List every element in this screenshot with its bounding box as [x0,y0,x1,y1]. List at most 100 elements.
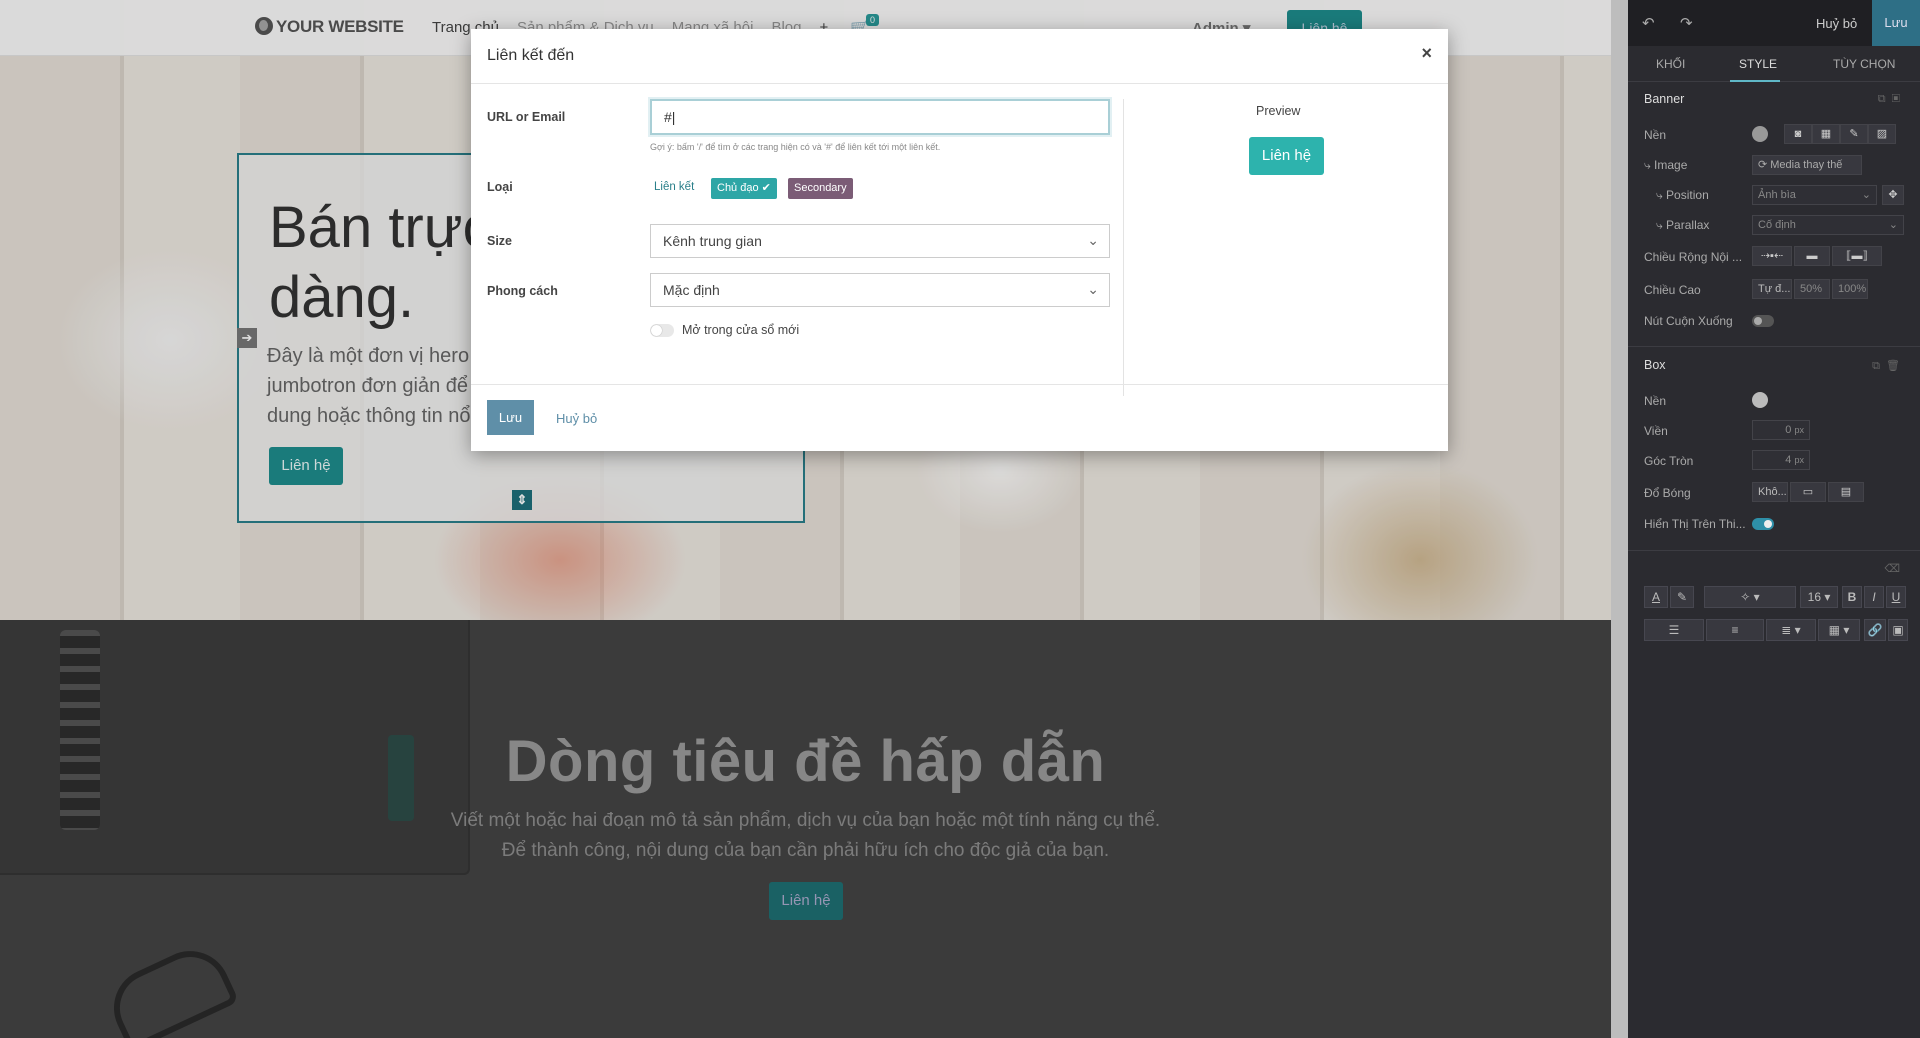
editor-tabs: KHỐI STYLE TÙY CHỌN [1628,46,1920,82]
feature-contact-button[interactable]: Liên hệ [769,882,843,920]
height-auto-option[interactable]: Tự đ... [1752,279,1792,299]
new-window-label: Mở trong cửa sổ mới [682,323,800,337]
media-replace-button[interactable]: ⟳ Media thay thế [1752,155,1862,175]
new-window-toggle[interactable] [650,324,674,337]
radius-label: Góc Tròn [1644,454,1694,468]
url-label: URL or Email [487,110,566,124]
hero-contact-button[interactable]: Liên hệ [269,447,343,485]
highlight-icon[interactable]: ✎ [1670,586,1694,608]
dialog-save-button[interactable]: Lưu [487,400,534,435]
focus-point-icon[interactable]: ✥ [1882,185,1904,205]
close-icon[interactable]: × [1421,43,1432,64]
preview-divider [1123,99,1124,396]
border-unit: px [1794,425,1804,435]
banner-image-label: ⤷ Image [1644,158,1688,172]
box-section-icons[interactable]: ⧉🗑 [1872,359,1906,373]
media-icon[interactable]: ▣ [1888,619,1908,641]
page-scrollbar[interactable] [1611,0,1628,1038]
position-select[interactable]: Ảnh bìa ⌄ [1752,185,1877,205]
url-input-value: # [664,109,672,125]
eraser-icon[interactable]: ⌫ [1884,562,1906,575]
shadow-outset-icon[interactable]: ▭ [1790,482,1826,502]
chevron-down-icon: ⌄ [1888,219,1898,231]
height-label: Chiều Cao [1644,283,1701,297]
text-style-dropdown[interactable]: ✧ ▾ [1704,586,1796,608]
text-color-icon[interactable]: A [1644,586,1668,608]
bullet-list-icon[interactable]: ☰ [1644,619,1704,641]
tab-style[interactable]: STYLE [1739,57,1777,71]
camera-icon[interactable]: ◙ [1784,124,1812,144]
width-small-icon[interactable]: ⇢▪⇠ [1752,246,1792,266]
height-50-option[interactable]: 50% [1794,279,1830,299]
tab-blocks[interactable]: KHỐI [1656,57,1685,71]
image-icon[interactable]: ▨ [1868,124,1896,144]
shadow-inset-icon[interactable]: ▤ [1828,482,1864,502]
redo-icon[interactable]: ↷ [1680,14,1693,32]
align-dropdown-icon[interactable]: ≣ ▾ [1766,619,1816,641]
active-tab-indicator [1730,80,1780,82]
brush-icon[interactable]: ✎ [1840,124,1868,144]
scroll-down-toggle[interactable] [1752,315,1774,327]
underline-button[interactable]: U [1886,586,1906,608]
resize-handle-icon[interactable]: ⇕ [512,490,532,510]
dialog-header: Liên kết đến × [471,29,1448,84]
editor-panel: ↶ ↷ Huỷ bỏ Lưu KHỐI STYLE TÙY CHỌN Banne… [1628,0,1920,1038]
chevron-down-icon: ⌄ [1087,281,1099,297]
size-label: Size [487,234,513,248]
dialog-footer-divider [471,384,1448,385]
radius-input[interactable]: 4 px [1752,450,1810,470]
text-cursor: | [671,109,676,125]
width-full-icon[interactable]: ⟦▬⟧ [1832,246,1882,266]
undo-icon[interactable]: ↶ [1642,14,1655,32]
link-dialog: Liên kết đến × URL or Email #| Gợi ý: bấ… [471,29,1448,451]
dialog-cancel-button[interactable]: Huỷ bỏ [556,411,597,426]
video-icon[interactable]: ▦ [1812,124,1840,144]
feature-text-line-2: Để thành công, nội dung của bạn cần phải… [501,840,1110,861]
feature-text[interactable]: Viết một hoặc hai đoạn mô tả sản phẩm, d… [380,806,1231,866]
url-input[interactable]: #| [650,99,1110,135]
size-select-value: Kênh trung gian [663,233,762,249]
parallax-value: Cố định [1758,219,1796,231]
editor-topbar: ↶ ↷ Huỷ bỏ Lưu [1628,0,1920,46]
box-bg-swatch[interactable] [1752,392,1768,408]
type-option-link[interactable]: Liên kết [654,181,694,193]
shadow-none-option[interactable]: Khô... [1752,482,1788,502]
move-handle-icon[interactable]: ➔ [237,328,257,348]
link-icon[interactable]: 🔗 [1864,619,1886,641]
font-size-dropdown[interactable]: 16 ▾ [1800,586,1838,608]
border-label: Viền [1644,424,1668,438]
type-option-primary[interactable]: Chủ đạo ✔ [711,178,777,199]
banner-section-icons[interactable]: ⧉▣ [1878,93,1906,106]
border-input[interactable]: 0 px [1752,420,1810,440]
url-hint: Gợi ý: bấm '/' để tìm ở các trang hiện c… [650,142,941,152]
editor-discard-button[interactable]: Huỷ bỏ [1816,16,1857,31]
height-100-option[interactable]: 100% [1832,279,1868,299]
table-dropdown-icon[interactable]: ▦ ▾ [1818,619,1860,641]
italic-button[interactable]: I [1864,586,1884,608]
size-select[interactable]: Kênh trung gian ⌄ [650,224,1110,258]
feature-title[interactable]: Dòng tiêu đề hấp dẫn [0,728,1611,795]
parallax-select[interactable]: Cố định ⌄ [1752,215,1904,235]
width-medium-icon[interactable]: ▬ [1794,246,1830,266]
preview-button: Liên hệ [1249,137,1324,175]
banner-bg-swatch[interactable] [1752,126,1768,142]
box-section-title: Box [1644,358,1666,372]
scroll-down-label: Nút Cuộn Xuống [1644,314,1733,328]
feature-section: Dòng tiêu đề hấp dẫn Viết một hoặc hai đ… [0,620,1611,1038]
radius-value: 4 [1785,454,1792,466]
site-logo[interactable]: YOUR WEBSITE [255,17,404,37]
mobile-visibility-toggle[interactable] [1752,518,1774,530]
chevron-down-icon: ⌄ [1861,189,1871,201]
box-bg-label: Nền [1644,394,1667,408]
tab-options[interactable]: TÙY CHỌN [1833,57,1895,71]
banner-section-title: Banner [1644,92,1685,106]
style-select-value: Mặc định [663,282,720,298]
bold-button[interactable]: B [1842,586,1862,608]
preview-label: Preview [1256,104,1301,118]
banner-bg-label: Nền [1644,128,1667,142]
editor-save-button[interactable]: Lưu [1872,0,1920,46]
numbered-list-icon[interactable]: ≡ [1706,619,1764,641]
globe-icon [255,17,273,35]
type-option-secondary[interactable]: Secondary [788,178,853,199]
style-select[interactable]: Mặc định ⌄ [650,273,1110,307]
